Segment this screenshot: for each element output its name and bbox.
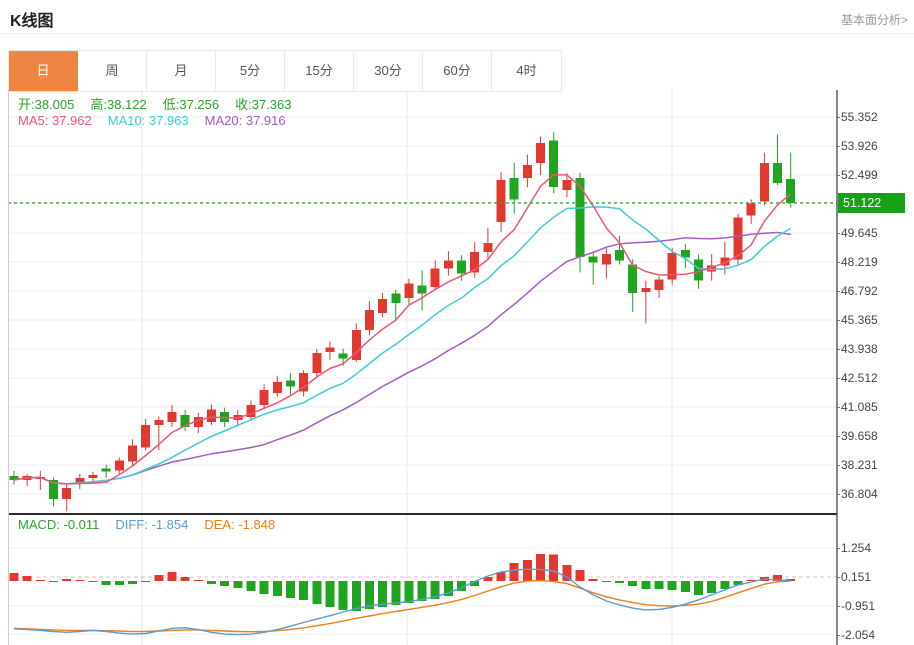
legend-item: DEA: -1.848 [204, 517, 275, 532]
interval-tab-日[interactable]: 日 [9, 51, 78, 91]
axis-tick-label: 46.792 [841, 283, 878, 299]
interval-tab-30分[interactable]: 30分 [354, 51, 423, 91]
legend-item: MA20: 37.916 [205, 113, 286, 128]
axis-tick-label: 48.219 [841, 254, 878, 270]
kline-chart[interactable] [8, 90, 838, 645]
interval-tab-60分[interactable]: 60分 [423, 51, 492, 91]
interval-tab-周[interactable]: 周 [78, 51, 147, 91]
interval-tab-15分[interactable]: 15分 [285, 51, 354, 91]
axis-tick-label: 53.926 [841, 138, 878, 154]
interval-tab-月[interactable]: 月 [147, 51, 216, 91]
chart-area: 开:38.005 高:38.122 低:37.256 收:37.363 MA5: 37… [0, 90, 914, 645]
axis-tick-label: 42.512 [841, 370, 878, 386]
axis-tick-label: 39.658 [841, 428, 878, 444]
axis-tick-label: 49.645 [841, 225, 878, 241]
legend-item: MACD: -0.011 [18, 517, 99, 532]
axis-tick-label: -0.951 [841, 598, 875, 614]
axis-tick-label: 52.499 [841, 167, 878, 183]
axis-tick-label: 55.352 [841, 109, 878, 125]
kline-page: K线图 基本面分析> 日周月5分15分30分60分4时 开:38.005 高:38… [0, 0, 914, 645]
legend-item: DIFF: -1.854 [115, 517, 188, 532]
axis-tick-label: 36.804 [841, 486, 878, 502]
page-header: K线图 基本面分析> [0, 0, 914, 34]
page-title: K线图 [10, 7, 54, 31]
axis-tick-label: 43.938 [841, 341, 878, 357]
interval-tabs: 日周月5分15分30分60分4时 [8, 50, 562, 92]
ma-legend: MA5: 37.962 MA10: 37.963 MA20: 37.916 [18, 113, 302, 128]
interval-tab-5分[interactable]: 5分 [216, 51, 285, 91]
legend-item: MA10: 37.963 [108, 113, 189, 128]
ohlc-legend: 开:38.005 高:38.122 低:37.256 收:37.363 [18, 94, 308, 113]
axis-tick-label: 45.365 [841, 312, 878, 328]
legend-item: MA5: 37.962 [18, 113, 92, 128]
macd-legend: MACD: -0.011 DIFF: -1.854 DEA: -1.848 [18, 517, 291, 532]
legend-item: 收:37.363 [235, 97, 291, 112]
axis-tick-label: 38.231 [841, 457, 878, 473]
axis-tick-label: 1.254 [841, 540, 871, 556]
fundamental-analysis-link[interactable]: 基本面分析> [841, 11, 908, 28]
legend-item: 开:38.005 [18, 97, 74, 112]
interval-tab-4时[interactable]: 4时 [492, 51, 561, 91]
last-price-tag: 51.122 [838, 193, 905, 213]
legend-item: 低:37.256 [163, 97, 219, 112]
legend-item: 高:38.122 [90, 97, 146, 112]
axis-tick-label: -2.054 [841, 627, 875, 643]
axis-tick-label: 41.085 [841, 399, 878, 415]
axis-tick-label: 0.151 [841, 569, 871, 585]
